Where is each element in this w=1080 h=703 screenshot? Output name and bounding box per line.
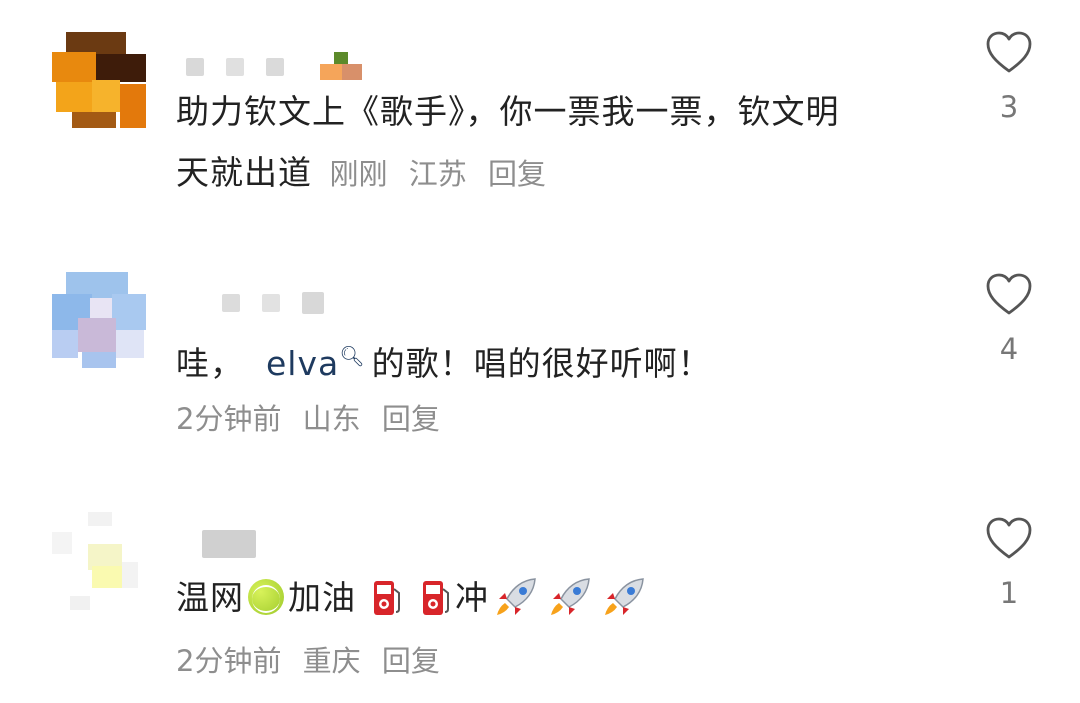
tennis-ball-emoji	[248, 579, 284, 615]
fuel-pump-emoji	[373, 581, 400, 615]
comment-text: 温网 加油 冲	[176, 566, 651, 630]
rocket-emoji	[551, 578, 590, 615]
avatar[interactable]	[52, 512, 146, 610]
username-redacted[interactable]	[202, 530, 256, 558]
heart-outline-icon	[986, 517, 1032, 559]
comment-time: 2分钟前	[176, 644, 282, 678]
like-count: 1	[999, 576, 1019, 610]
rocket-emoji	[605, 578, 644, 615]
comment-meta: 2分钟前 重庆 回复	[176, 638, 440, 680]
comment-item: 温网 加油 冲 2分钟前 重庆 回复 1	[0, 0, 1080, 703]
comment-location: 重庆	[302, 644, 361, 678]
reply-button[interactable]: 回复	[382, 644, 440, 678]
rocket-emoji	[497, 578, 536, 615]
like-button[interactable]: 1	[982, 516, 1036, 610]
fuel-pump-emoji	[423, 581, 449, 615]
